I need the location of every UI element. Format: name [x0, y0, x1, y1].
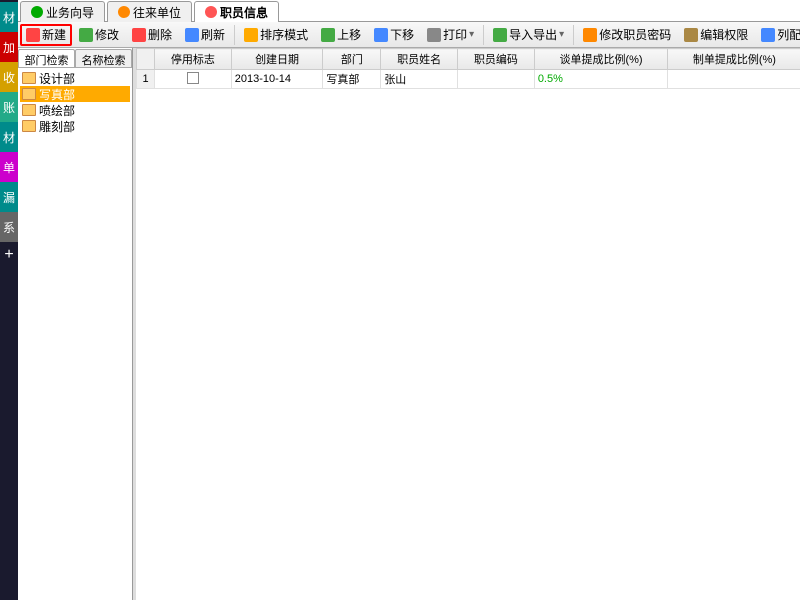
- col-dept[interactable]: 部门: [323, 49, 381, 70]
- arrow-up-icon: [321, 28, 335, 42]
- tree-item-carve[interactable]: 雕刻部: [20, 118, 130, 134]
- col-rownum[interactable]: [137, 49, 155, 70]
- grid-header-row: 停用标志 创建日期 部门 职员姓名 职员编码 谈单提成比例(%) 制单提成比例(…: [137, 49, 800, 70]
- change-password-button[interactable]: 修改职员密码: [577, 24, 677, 46]
- permission-icon: [684, 28, 698, 42]
- separator: [483, 25, 484, 45]
- tree-item-photo[interactable]: 写真部: [20, 86, 130, 102]
- table-row[interactable]: 1 2013-10-14 写真部 张山 0.5% ✓: [137, 70, 800, 89]
- toolbar: 新建 修改 删除 刷新 排序模式 上移 下移 打印▾ 导入导出▾ 修改职员密码 …: [18, 22, 800, 48]
- cell-date: 2013-10-14: [231, 70, 323, 89]
- refresh-icon: [185, 28, 199, 42]
- col-rate1[interactable]: 谈单提成比例(%): [534, 49, 667, 70]
- new-button[interactable]: 新建: [20, 24, 72, 46]
- rail-add-icon[interactable]: +: [0, 246, 18, 264]
- col-rate2[interactable]: 制单提成比例(%): [668, 49, 800, 70]
- delete-icon: [132, 28, 146, 42]
- cell-code: [458, 70, 535, 89]
- sort-icon: [244, 28, 258, 42]
- folder-icon: [22, 72, 36, 84]
- print-button[interactable]: 打印▾: [421, 24, 480, 46]
- cell-dept: 写真部: [323, 70, 381, 89]
- cell-rate2: [668, 70, 800, 89]
- tab-label: 职员信息: [220, 4, 268, 21]
- globe-icon: [31, 6, 43, 18]
- chevron-down-icon: ▾: [469, 29, 474, 40]
- export-icon: [493, 28, 507, 42]
- edit-permissions-button[interactable]: 编辑权限: [678, 24, 754, 46]
- user-icon: [205, 6, 217, 18]
- new-icon: [26, 28, 40, 42]
- col-name[interactable]: 职员姓名: [381, 49, 458, 70]
- cell-stop[interactable]: [155, 70, 232, 89]
- folder-icon: [22, 120, 36, 132]
- separator: [234, 25, 235, 45]
- refresh-button[interactable]: 刷新: [179, 24, 231, 46]
- tab-employee-info[interactable]: 职员信息: [194, 1, 279, 22]
- employee-grid: 停用标志 创建日期 部门 职员姓名 职员编码 谈单提成比例(%) 制单提成比例(…: [136, 48, 800, 89]
- move-up-button[interactable]: 上移: [315, 24, 367, 46]
- col-stop[interactable]: 停用标志: [155, 49, 232, 70]
- key-icon: [583, 28, 597, 42]
- org-icon: [118, 6, 130, 18]
- sidebar-tab-dept-search[interactable]: 部门检索: [18, 49, 75, 67]
- folder-icon: [22, 88, 36, 100]
- move-down-button[interactable]: 下移: [368, 24, 420, 46]
- tree-item-design[interactable]: 设计部: [20, 70, 130, 86]
- edit-button[interactable]: 修改: [73, 24, 125, 46]
- tab-label: 往来单位: [133, 4, 181, 21]
- left-rail: 材 加 收 账 材 单 漏 系 +: [0, 0, 18, 600]
- edit-icon: [79, 28, 93, 42]
- rail-item[interactable]: 加: [0, 32, 18, 62]
- chevron-down-icon: ▾: [559, 29, 564, 40]
- checkbox-icon[interactable]: [187, 72, 199, 84]
- tab-contacts[interactable]: 往来单位: [107, 1, 192, 22]
- rail-item[interactable]: 单: [0, 152, 18, 182]
- columns-icon: [761, 28, 775, 42]
- print-icon: [427, 28, 441, 42]
- grid-area[interactable]: 停用标志 创建日期 部门 职员姓名 职员编码 谈单提成比例(%) 制单提成比例(…: [136, 48, 800, 600]
- cell-rownum: 1: [137, 70, 155, 89]
- rail-item[interactable]: 账: [0, 92, 18, 122]
- cell-name: 张山: [381, 70, 458, 89]
- tab-label: 业务向导: [46, 4, 94, 21]
- rail-item[interactable]: 系: [0, 212, 18, 242]
- dept-tree: 设计部 写真部 喷绘部 雕刻部: [18, 68, 132, 600]
- sidebar: 部门检索 名称检索 设计部 写真部 喷绘部 雕刻部: [18, 48, 133, 600]
- separator: [573, 25, 574, 45]
- arrow-down-icon: [374, 28, 388, 42]
- rail-item[interactable]: 材: [0, 122, 18, 152]
- import-export-button[interactable]: 导入导出▾: [487, 24, 570, 46]
- folder-icon: [22, 104, 36, 116]
- rail-item[interactable]: 漏: [0, 182, 18, 212]
- rail-item[interactable]: 收: [0, 62, 18, 92]
- tab-business-guide[interactable]: 业务向导: [20, 1, 105, 22]
- tabs-bar: 业务向导 往来单位 职员信息: [18, 0, 800, 22]
- sidebar-tab-name-search[interactable]: 名称检索: [75, 49, 132, 67]
- col-date[interactable]: 创建日期: [231, 49, 323, 70]
- column-config-button[interactable]: 列配置: [755, 24, 800, 46]
- col-code[interactable]: 职员编码: [458, 49, 535, 70]
- tree-item-print[interactable]: 喷绘部: [20, 102, 130, 118]
- rail-item[interactable]: 材: [0, 2, 18, 32]
- delete-button[interactable]: 删除: [126, 24, 178, 46]
- cell-rate1: 0.5%: [534, 70, 667, 89]
- sort-button[interactable]: 排序模式: [238, 24, 314, 46]
